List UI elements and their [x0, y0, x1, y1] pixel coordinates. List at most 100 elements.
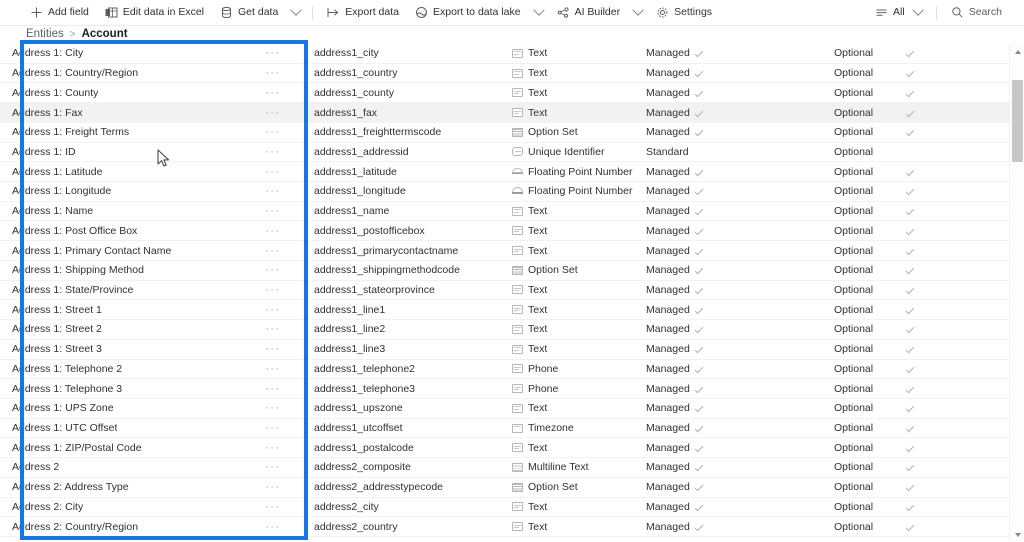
- cell-display-name[interactable]: Address 2: Country/Region ···: [0, 521, 290, 533]
- table-row[interactable]: Address 1: County ··· address1_county Text M…: [0, 83, 1024, 104]
- table-row[interactable]: Address 1: Telephone 3 ··· address1_teleph…: [0, 379, 1024, 399]
- row-overflow-menu-button[interactable]: ···: [265, 442, 280, 454]
- row-overflow-menu-button[interactable]: ···: [265, 245, 280, 257]
- row-overflow-menu-button[interactable]: ···: [265, 166, 280, 178]
- cell-display-name[interactable]: Address 1: Street 2 ···: [0, 323, 290, 335]
- table-row[interactable]: Address 1: State/Province ··· address1_sta…: [0, 280, 1024, 301]
- table-row[interactable]: Address 1: Country/Region ··· address1_cou…: [0, 63, 1024, 84]
- settings-button[interactable]: Settings: [648, 0, 720, 26]
- ai-builder-dropdown-button[interactable]: [628, 0, 648, 26]
- export-to-data-lake-dropdown-button[interactable]: [529, 0, 549, 26]
- row-overflow-menu-button[interactable]: ···: [265, 107, 280, 119]
- row-overflow-menu-button[interactable]: ···: [265, 402, 280, 414]
- cell-display-name[interactable]: Address 1: Fax ···: [0, 107, 290, 119]
- row-overflow-menu-button[interactable]: ···: [265, 185, 280, 197]
- table-row[interactable]: Address 1: ID ··· address1_addressid Unique…: [0, 142, 1024, 163]
- breadcrumb-entities-link[interactable]: Entities: [26, 28, 64, 40]
- row-overflow-menu-button[interactable]: ···: [265, 521, 280, 533]
- table-row[interactable]: Address 1: UTC Offset ··· address1_utcoffs…: [0, 418, 1024, 439]
- row-overflow-menu-button[interactable]: ···: [265, 146, 280, 158]
- row-overflow-menu-button[interactable]: ···: [265, 422, 280, 434]
- row-overflow-menu-button[interactable]: ···: [265, 264, 280, 276]
- table-row[interactable]: Address 2: City ··· address2_city Text Manag…: [0, 497, 1024, 518]
- cell-display-name[interactable]: Address 1: Street 3 ···: [0, 343, 290, 355]
- table-row[interactable]: Address 1: Latitude ··· address1_latitude F…: [0, 162, 1024, 183]
- cell-display-name[interactable]: Address 1: City ···: [0, 47, 290, 59]
- checkmark-icon: [905, 266, 915, 275]
- table-row[interactable]: Address 1: City ··· address1_city Text Manag…: [0, 44, 1024, 64]
- table-row[interactable]: Address 1: Street 2 ··· address1_line2 Text…: [0, 320, 1024, 340]
- search-box[interactable]: Search: [943, 0, 1010, 26]
- cell-display-name[interactable]: Address 1: Primary Contact Name ···: [0, 245, 290, 257]
- table-row[interactable]: Address 1: ZIP/Postal Code ··· address1_po…: [0, 438, 1024, 459]
- table-row[interactable]: Address 1: Post Office Box ··· address1_po…: [0, 221, 1024, 242]
- cell-display-name[interactable]: Address 1: Longitude ···: [0, 185, 290, 197]
- cell-display-name[interactable]: Address 2 ···: [0, 461, 290, 473]
- table-row[interactable]: Address 1: Telephone 2 ··· address1_teleph…: [0, 359, 1024, 380]
- checkmark-icon: [694, 68, 704, 78]
- scroll-down-arrow-icon[interactable]: [1010, 527, 1024, 542]
- scrollbar-thumb[interactable]: [1012, 80, 1023, 162]
- row-overflow-menu-button[interactable]: ···: [265, 363, 280, 375]
- row-overflow-menu-button[interactable]: ···: [265, 501, 280, 513]
- cell-display-name[interactable]: Address 1: Name ···: [0, 205, 290, 217]
- filter-all-button[interactable]: All: [867, 0, 930, 26]
- get-data-button[interactable]: Get data: [212, 0, 286, 26]
- row-overflow-menu-button[interactable]: ···: [265, 383, 280, 395]
- cell-display-name[interactable]: Address 1: Street 1 ···: [0, 304, 290, 316]
- export-to-data-lake-button[interactable]: Export to data lake: [407, 0, 529, 26]
- cell-display-name[interactable]: Address 1: Shipping Method ···: [0, 264, 290, 276]
- cell-display-name[interactable]: Address 1: ZIP/Postal Code ···: [0, 442, 290, 454]
- row-overflow-menu-button[interactable]: ···: [265, 67, 280, 79]
- cell-schema-name: address1_longitude: [314, 185, 406, 198]
- data-type-label: Phone: [528, 362, 559, 375]
- ai-builder-button[interactable]: AI Builder: [549, 0, 629, 26]
- cell-display-name[interactable]: Address 1: Country/Region ···: [0, 67, 290, 79]
- table-row[interactable]: Address 1: Primary Contact Name ··· addres…: [0, 241, 1024, 261]
- table-row[interactable]: Address 1: Fax ··· address1_fax Text Managed…: [0, 103, 1024, 123]
- edit-data-in-excel-button[interactable]: Edit data in Excel: [97, 0, 212, 26]
- table-row[interactable]: Address 2 ··· address2_composite Multiline …: [0, 458, 1024, 478]
- table-row[interactable]: Address 1: Street 3 ··· address1_line3 Text…: [0, 339, 1024, 360]
- cell-display-name[interactable]: Address 1: UPS Zone ···: [0, 402, 290, 414]
- cell-display-name[interactable]: Address 2: City ···: [0, 501, 290, 513]
- table-row[interactable]: Address 1: Shipping Method ··· address1_sh…: [0, 260, 1024, 281]
- row-overflow-menu-button[interactable]: ···: [265, 47, 280, 59]
- get-data-dropdown-button[interactable]: [286, 0, 306, 26]
- add-field-button[interactable]: Add field: [22, 0, 97, 26]
- cell-required: Optional: [834, 283, 874, 296]
- row-overflow-menu-button[interactable]: ···: [265, 126, 280, 138]
- row-overflow-menu-button[interactable]: ···: [265, 481, 280, 493]
- cell-display-name[interactable]: Address 1: Telephone 2 ···: [0, 363, 290, 375]
- table-row[interactable]: Address 1: Longitude ··· address1_longitud…: [0, 182, 1024, 202]
- cell-display-name[interactable]: Address 1: Post Office Box ···: [0, 225, 290, 237]
- vertical-scrollbar[interactable]: [1009, 44, 1024, 542]
- scroll-up-arrow-icon[interactable]: [1010, 44, 1024, 59]
- row-overflow-menu-button[interactable]: ···: [265, 225, 280, 237]
- row-overflow-menu-button[interactable]: ···: [265, 461, 280, 473]
- table-row[interactable]: Address 1: Freight Terms ··· address1_frei…: [0, 122, 1024, 143]
- export-data-button[interactable]: Export data: [319, 0, 407, 26]
- cell-display-name[interactable]: Address 1: ID ···: [0, 146, 290, 158]
- cell-required: Optional: [834, 500, 874, 513]
- cell-display-name[interactable]: Address 1: State/Province ···: [0, 284, 290, 296]
- table-row[interactable]: Address 2: Country/Region ··· address2_cou…: [0, 517, 1024, 537]
- cell-display-name[interactable]: Address 1: Freight Terms ···: [0, 126, 290, 138]
- table-row[interactable]: Address 2: Address Type ··· address2_addre…: [0, 477, 1024, 498]
- row-overflow-menu-button[interactable]: ···: [265, 343, 280, 355]
- checkmark-icon: [694, 226, 704, 236]
- table-row[interactable]: Address 1: UPS Zone ··· address1_upszone Te…: [0, 398, 1024, 419]
- cell-display-name[interactable]: Address 1: Latitude ···: [0, 166, 290, 178]
- table-row[interactable]: Address 1: Street 1 ··· address1_line1 Text…: [0, 300, 1024, 321]
- cell-display-name[interactable]: Address 1: County ···: [0, 87, 290, 99]
- row-overflow-menu-button[interactable]: ···: [265, 304, 280, 316]
- cell-display-name[interactable]: Address 2: Address Type ···: [0, 481, 290, 493]
- row-overflow-menu-button[interactable]: ···: [265, 323, 280, 335]
- row-overflow-menu-button[interactable]: ···: [265, 284, 280, 296]
- cell-display-name[interactable]: Address 1: UTC Offset ···: [0, 422, 290, 434]
- table-row[interactable]: Address 1: Name ··· address1_name Text Manag…: [0, 201, 1024, 222]
- row-overflow-menu-button[interactable]: ···: [265, 87, 280, 99]
- row-overflow-menu-button[interactable]: ···: [265, 205, 280, 217]
- text-icon: [512, 246, 523, 256]
- cell-display-name[interactable]: Address 1: Telephone 3 ···: [0, 383, 290, 395]
